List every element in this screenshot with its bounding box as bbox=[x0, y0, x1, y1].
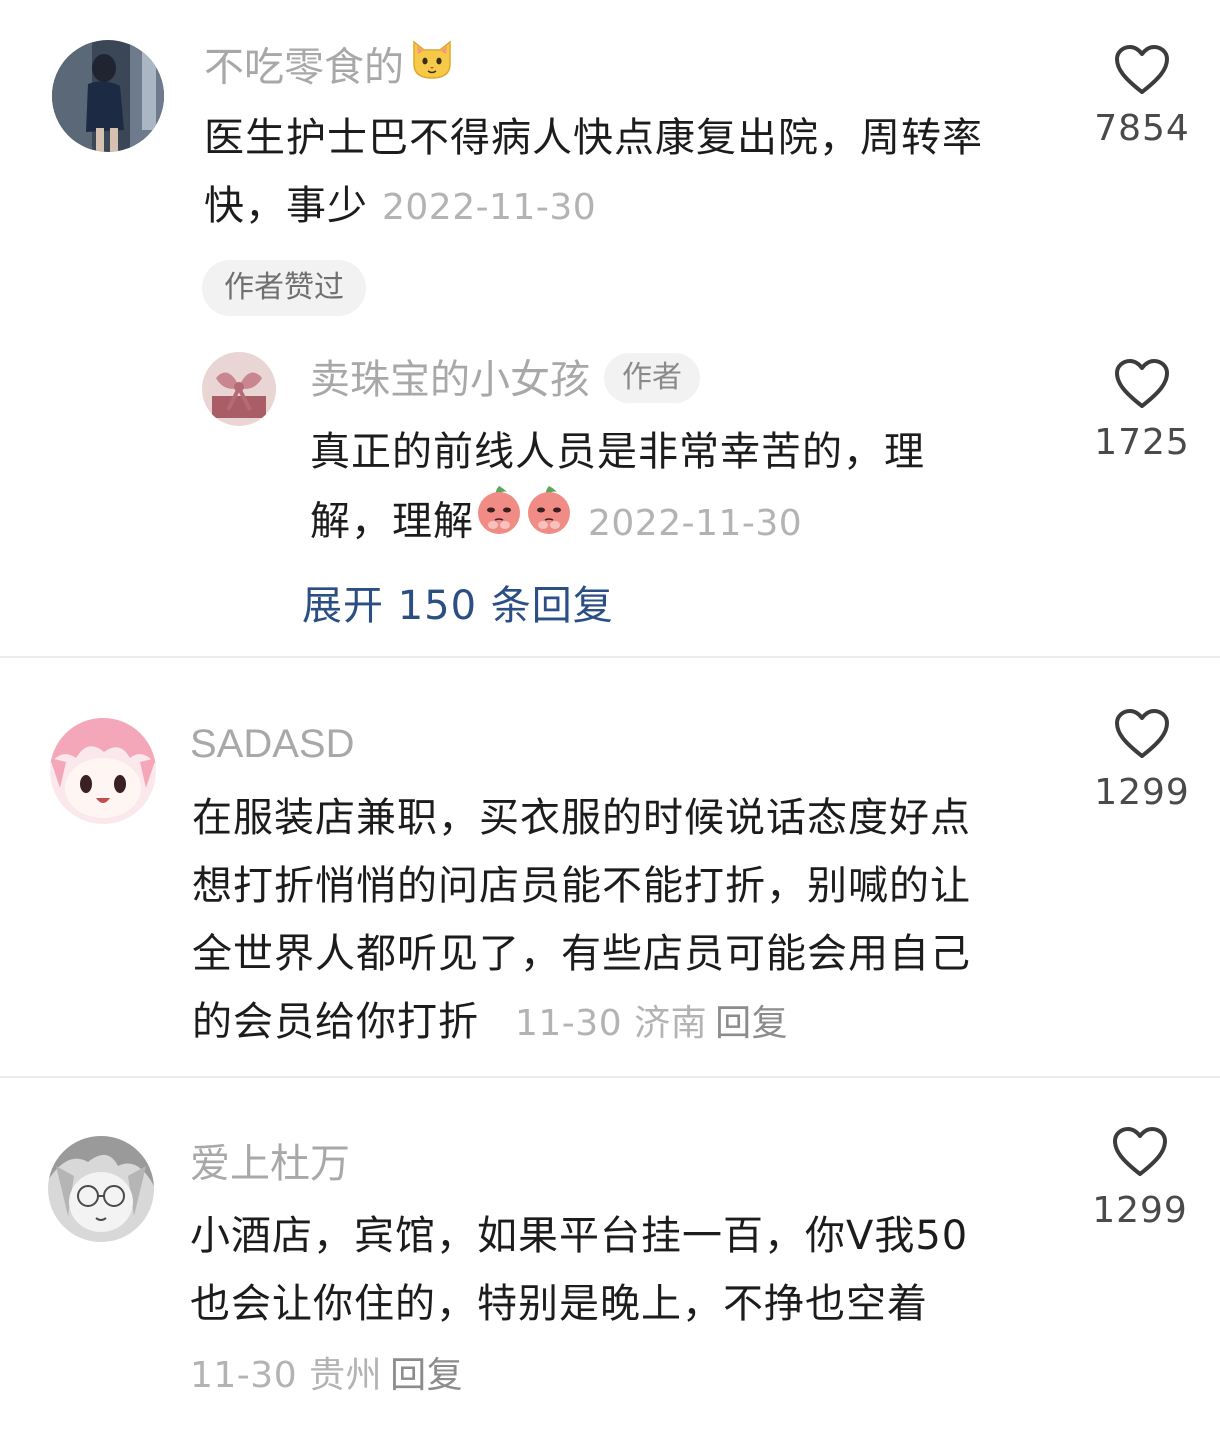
comment-location: 济南 bbox=[634, 1003, 708, 1044]
comment-meta: 11-30 贵州 回复 bbox=[190, 1348, 463, 1404]
comment-text: 小酒店，宾馆，如果平台挂一百，你V我50 也会让你住的，特别是晚上，不挣也空着 bbox=[190, 1213, 969, 1327]
pleading-peach-emoji-icon bbox=[472, 482, 526, 557]
like-button[interactable]: 7854 bbox=[1082, 44, 1202, 149]
avatar[interactable] bbox=[202, 352, 276, 426]
comment-date: 2022-11-30 bbox=[382, 187, 597, 228]
avatar[interactable] bbox=[48, 1136, 154, 1242]
reply-button[interactable]: 回复 bbox=[715, 1003, 788, 1044]
heart-outline-icon bbox=[1115, 45, 1169, 94]
heart-outline-icon bbox=[1113, 1127, 1167, 1176]
avatar[interactable] bbox=[52, 40, 164, 152]
pleading-peach-emoji-icon bbox=[522, 482, 576, 557]
expand-replies-link[interactable]: 展开 150 条回复 bbox=[302, 578, 614, 634]
comment-item: 不吃零食的 医生护士巴不得病人快点康复出院，周转率 快，事少 2022-11-30… bbox=[0, 0, 1220, 656]
heart-outline-icon bbox=[1115, 709, 1169, 758]
author-tag: 作者 bbox=[604, 353, 700, 403]
like-count: 1725 bbox=[1094, 422, 1190, 463]
cat-face-emoji-icon bbox=[408, 34, 456, 97]
like-button[interactable]: 1299 bbox=[1080, 1126, 1200, 1231]
author-liked-badge: 作者赞过 bbox=[202, 260, 366, 316]
like-count: 7854 bbox=[1094, 108, 1190, 149]
comment-location: 贵州 bbox=[309, 1355, 383, 1396]
avatar[interactable] bbox=[50, 718, 156, 824]
comment-item: SADASD 在服装店兼职，买衣服的时候说话态度好点 想打折悄悄的问店员能不能打… bbox=[0, 658, 1220, 1076]
heart-outline-icon bbox=[1115, 359, 1169, 408]
reply-text: 真正的前线人员是非常幸苦的，理 解，理解 2022-11-30 bbox=[310, 418, 1030, 561]
comment-date: 11-30 bbox=[190, 1355, 298, 1396]
username[interactable]: SADASD bbox=[190, 716, 355, 772]
reply-date: 2022-11-30 bbox=[588, 502, 803, 544]
comment-date: 11-30 bbox=[515, 1003, 623, 1044]
like-count: 1299 bbox=[1094, 772, 1190, 813]
comment-text: 医生护士巴不得病人快点康复出院，周转率 快，事少 2022-11-30 bbox=[204, 115, 983, 229]
reply-button[interactable]: 回复 bbox=[390, 1355, 463, 1396]
like-count: 1299 bbox=[1092, 1190, 1188, 1231]
username[interactable]: 卖珠宝的小女孩 作者 bbox=[310, 352, 700, 408]
like-button[interactable]: 1725 bbox=[1082, 358, 1202, 463]
comment-text: 在服装店兼职，买衣服的时候说话态度好点 想打折悄悄的问店员能不能打折，别喊的让 … bbox=[192, 795, 971, 1045]
username[interactable]: 不吃零食的 bbox=[204, 38, 456, 101]
like-button[interactable]: 1299 bbox=[1082, 708, 1202, 813]
comment-item: 爱上杜万 小酒店，宾馆，如果平台挂一百，你V我50 也会让你住的，特别是晚上，不… bbox=[0, 1078, 1220, 1456]
username[interactable]: 爱上杜万 bbox=[190, 1136, 350, 1192]
